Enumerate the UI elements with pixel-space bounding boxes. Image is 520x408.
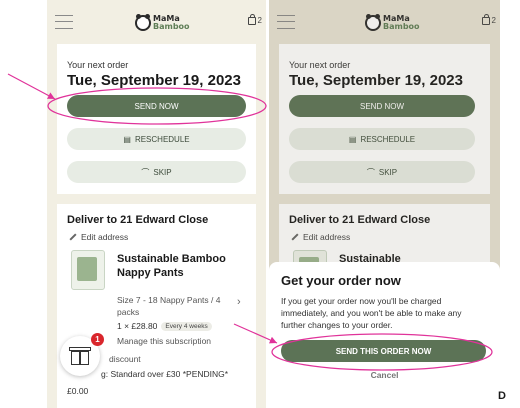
annotation-circle-send-now	[47, 87, 267, 125]
annotation-arrow-send-now	[7, 73, 56, 100]
annotation-circle-send-order	[271, 333, 493, 371]
annotation-arrow-send-order	[233, 323, 278, 344]
annotation-layer	[7, 73, 493, 371]
